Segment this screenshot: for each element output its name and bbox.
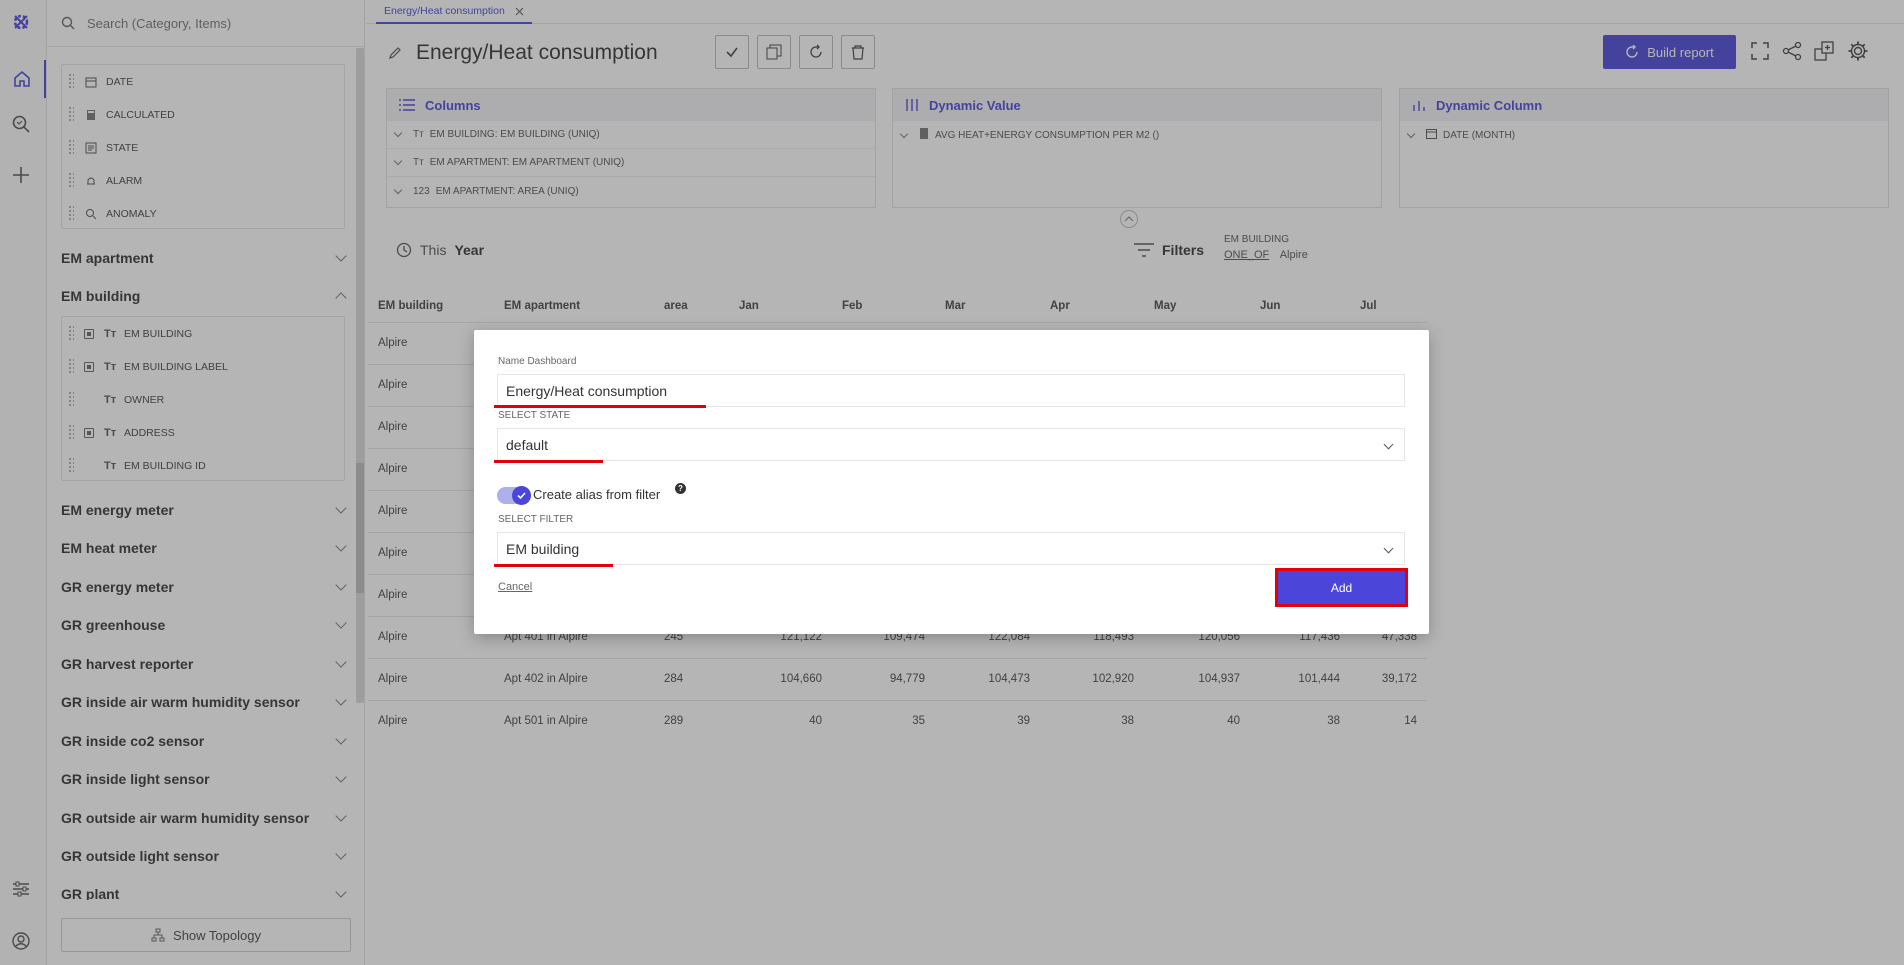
create-alias-label: Create alias from filter <box>533 487 661 502</box>
name-dashboard-input[interactable]: Energy/Heat consumption <box>497 374 1405 407</box>
select-state-dropdown[interactable]: default <box>497 428 1405 461</box>
name-dashboard-label: Name Dashboard <box>498 356 577 367</box>
select-state-value: default <box>506 436 549 453</box>
help-icon[interactable]: ? <box>675 483 686 494</box>
save-dashboard-dialog: Name Dashboard Energy/Heat consumption S… <box>474 330 1429 634</box>
select-filter-value: EM building <box>506 540 580 557</box>
create-alias-toggle[interactable] <box>497 486 531 505</box>
highlight-underline <box>494 405 706 408</box>
highlight-underline <box>494 564 613 567</box>
select-state-label: SELECT STATE <box>498 410 571 421</box>
highlight-underline <box>494 460 603 463</box>
add-button[interactable]: Add <box>1278 571 1405 604</box>
cancel-button[interactable]: Cancel <box>498 581 532 593</box>
chevron-down-icon <box>1383 439 1394 450</box>
select-filter-label: SELECT FILTER <box>498 514 574 525</box>
chevron-down-icon <box>1383 543 1394 554</box>
check-icon <box>512 486 531 505</box>
select-filter-dropdown[interactable]: EM building <box>497 532 1405 565</box>
add-button-highlight: Add <box>1275 568 1408 607</box>
